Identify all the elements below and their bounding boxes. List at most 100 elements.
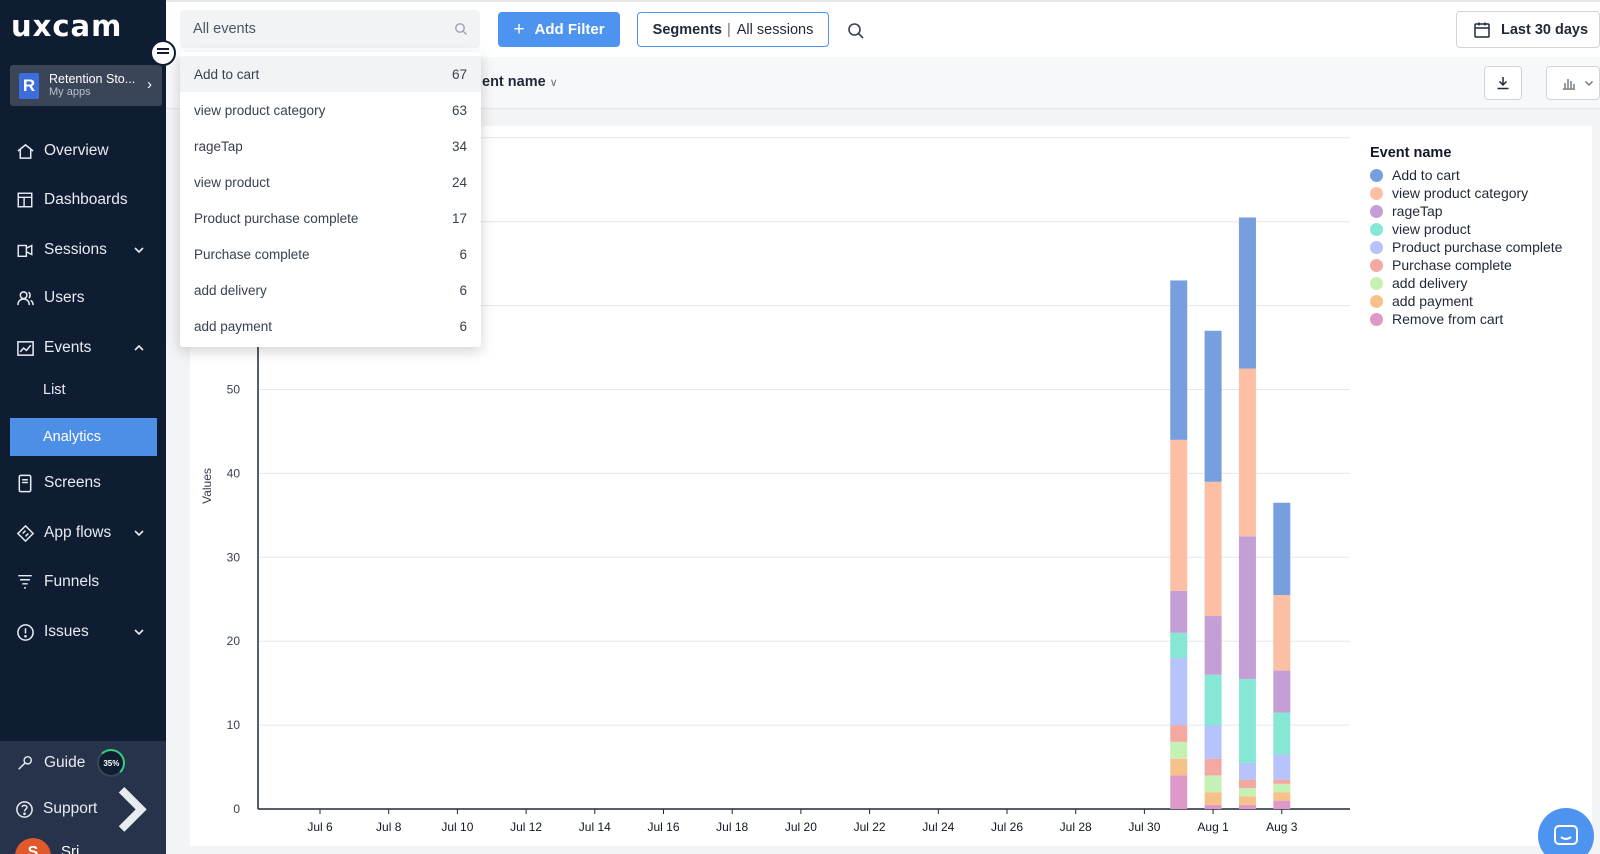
alert-circle-icon [15, 622, 35, 642]
sidebar-item-label: Screens [44, 474, 101, 491]
bar-segment [1238, 796, 1256, 805]
bar-segment [1170, 632, 1188, 658]
sidebar-item-label: Sessions [44, 241, 107, 258]
legend-item[interactable]: Purchase complete [1370, 256, 1562, 274]
bar-segment [1170, 590, 1188, 633]
sidebar-item-users[interactable]: Users [0, 278, 166, 318]
legend-label: Product purchase complete [1392, 239, 1563, 255]
user-name[interactable]: Sri... [61, 843, 92, 854]
bar-segment [1204, 674, 1222, 726]
legend-swatch [1370, 240, 1383, 254]
events-chart-icon [15, 338, 35, 358]
bar-segment [1170, 439, 1188, 591]
dropdown-item-count: 6 [459, 247, 467, 262]
legend-item[interactable]: rageTap [1370, 202, 1562, 220]
plus-icon: + [513, 18, 525, 40]
legend-label: add delivery [1392, 275, 1468, 291]
sidebar-item-overview[interactable]: Overview [0, 131, 166, 171]
event-search-input[interactable]: All events [180, 10, 480, 48]
bar-segment [1238, 788, 1256, 797]
sidebar-item-support[interactable]: Support [0, 786, 166, 832]
dropdown-item[interactable]: Product purchase complete 17 [180, 200, 481, 236]
chevron-right-icon: › [147, 76, 152, 93]
sidebar-item-events[interactable]: Events [0, 328, 166, 368]
bar-segment [1170, 741, 1188, 759]
sidebar-item-dashboards[interactable]: Dashboards [0, 180, 166, 220]
chevron-down-icon [134, 247, 144, 254]
y-tick-label: 0 [233, 802, 240, 816]
dropdown-item[interactable]: rageTap 34 [180, 128, 481, 164]
dropdown-item[interactable]: view product category 63 [180, 92, 481, 128]
search-icon[interactable] [847, 22, 865, 40]
dropdown-item[interactable]: Purchase complete 6 [180, 236, 481, 272]
home-icon [15, 141, 35, 161]
add-filter-button[interactable]: + Add Filter [498, 12, 620, 47]
legend-item[interactable]: view product category [1370, 184, 1562, 202]
chevron-down-icon [1585, 81, 1593, 86]
segments-value: All sessions [736, 21, 814, 38]
x-tick-label: Jul 8 [376, 820, 402, 834]
bar-segment [1238, 217, 1256, 369]
dropdown-item-count: 6 [459, 319, 467, 334]
dropdown-item[interactable]: add delivery 6 [180, 272, 481, 308]
bar-segment [1273, 502, 1291, 596]
sidebar-item-funnels[interactable]: Funnels [0, 562, 166, 602]
event-search-value: All events [193, 21, 256, 37]
dropdown-item-count: 63 [451, 103, 467, 118]
legend-swatch [1370, 168, 1383, 182]
funnel-icon [15, 572, 35, 592]
sidebar-item-screens[interactable]: Screens [0, 463, 166, 503]
group-by-label: ent name [482, 74, 546, 90]
bar-segment [1238, 762, 1256, 780]
legend-item[interactable]: Remove from cart [1370, 310, 1562, 328]
legend-label: rageTap [1392, 203, 1443, 219]
sidebar: uxcam R Retention Sto... My apps › Overv… [0, 0, 166, 854]
bar-segment [1170, 758, 1188, 776]
group-by-selector[interactable]: ent name ∨ [482, 74, 558, 90]
sidebar-item-sessions[interactable]: Sessions [0, 230, 166, 270]
dropdown-item[interactable]: add payment 6 [180, 308, 481, 344]
event-dropdown: Add to cart 67 view product category 63 ra… [180, 52, 481, 347]
dropdown-item-label: view product [194, 174, 270, 190]
dropdown-item[interactable]: view product 24 [180, 164, 481, 200]
bar-segment [1204, 330, 1222, 482]
bar-segment [1204, 616, 1222, 675]
chevron-down-icon [134, 629, 144, 636]
bar-segment [1273, 779, 1291, 784]
x-tick-label: Jul 18 [716, 820, 748, 834]
sidebar-subitem-events-analytics[interactable]: Analytics [10, 418, 157, 456]
legend-swatch [1370, 276, 1383, 290]
menu-lines-icon [157, 52, 169, 54]
segments-button[interactable]: Segments | All sessions [637, 12, 829, 47]
dropdown-item-label: add delivery [194, 282, 267, 298]
uxcam-logo[interactable]: uxcam [11, 9, 122, 43]
sidebar-item-label: Support [43, 800, 98, 817]
date-range-button[interactable]: Last 30 days [1456, 11, 1600, 48]
sidebar-item-app-flows[interactable]: App flows [0, 513, 166, 553]
download-button[interactable] [1484, 66, 1522, 100]
legend-item[interactable]: add payment [1370, 292, 1562, 310]
chart-type-selector[interactable] [1546, 66, 1600, 100]
legend-item[interactable]: Add to cart [1370, 166, 1562, 184]
sidebar-collapse-button[interactable] [150, 40, 176, 66]
bar-segment [1273, 754, 1291, 780]
legend-item[interactable]: view product [1370, 220, 1562, 238]
dropdown-item-count: 67 [451, 67, 467, 82]
legend-swatch [1370, 186, 1383, 200]
x-tick-label: Aug 1 [1197, 820, 1229, 834]
legend-item[interactable]: Product purchase complete [1370, 238, 1562, 256]
y-tick-label: 20 [227, 634, 241, 648]
sidebar-item-issues[interactable]: Issues [0, 612, 166, 652]
legend-item[interactable]: add delivery [1370, 274, 1562, 292]
app-switcher-text: Retention Sto... My apps [49, 72, 135, 99]
sidebar-subitem-events-list[interactable]: List [10, 371, 157, 409]
chat-icon [1554, 825, 1578, 845]
bar-segment [1238, 536, 1256, 679]
app-switcher[interactable]: R Retention Sto... My apps › [10, 65, 162, 106]
sidebar-item-label: App flows [44, 524, 112, 541]
y-axis-label: Values [200, 468, 214, 504]
app-subtitle: My apps [49, 86, 91, 99]
dropdown-item[interactable]: Add to cart 67 [180, 56, 481, 92]
add-filter-label: Add Filter [534, 21, 605, 38]
x-tick-label: Jul 30 [1128, 820, 1160, 834]
